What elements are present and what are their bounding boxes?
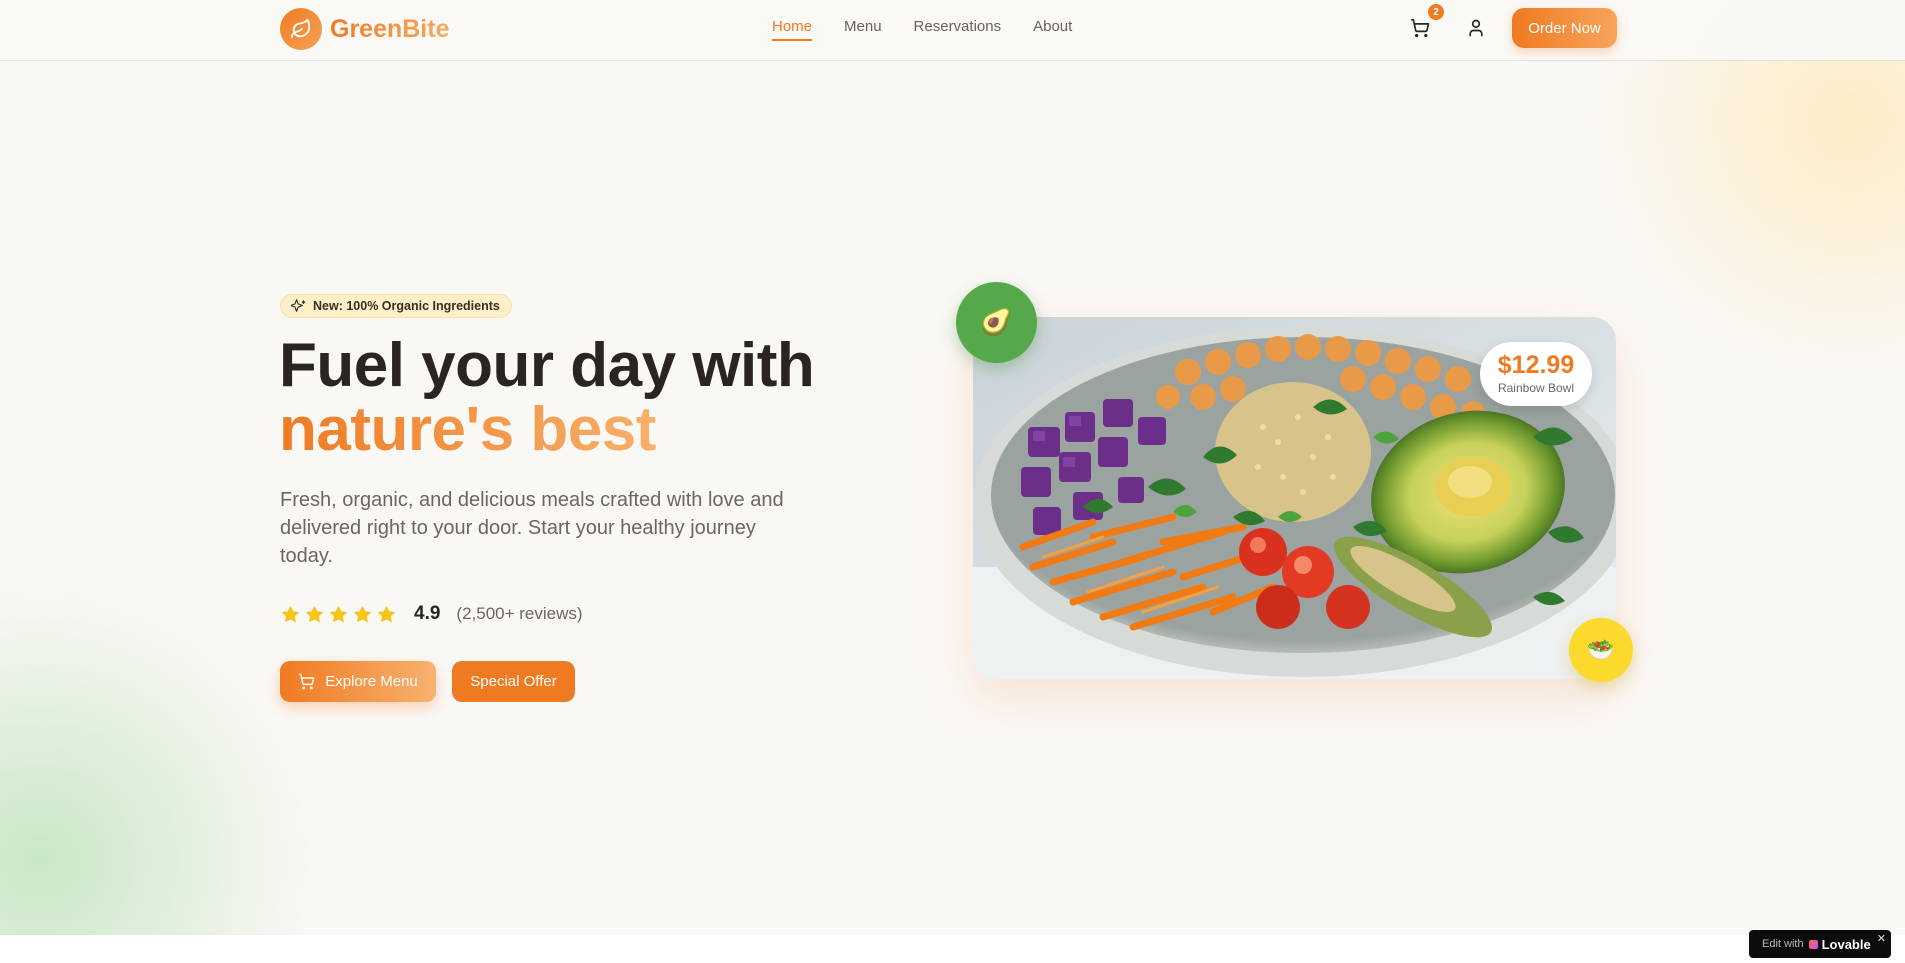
nav-link-reservations[interactable]: Reservations bbox=[914, 18, 1002, 41]
leaf-icon bbox=[280, 8, 322, 50]
lovable-heart-icon bbox=[1808, 939, 1818, 949]
sparkles-icon bbox=[291, 298, 306, 312]
nav-link-about[interactable]: About bbox=[1033, 18, 1072, 41]
star-icon bbox=[281, 605, 300, 622]
star-icon bbox=[377, 605, 396, 622]
edit-with-label: Edit with bbox=[1762, 938, 1804, 950]
order-now-button[interactable]: Order Now bbox=[1512, 8, 1617, 48]
special-offer-button[interactable]: Special Offer bbox=[452, 661, 575, 702]
cart-icon[interactable] bbox=[1410, 18, 1430, 38]
brand-name: GreenBite bbox=[330, 14, 450, 43]
nav-link-menu[interactable]: Menu bbox=[844, 18, 882, 41]
explore-menu-button[interactable]: Explore Menu bbox=[280, 661, 436, 702]
rating-row: 4.9 (2,500+ reviews) bbox=[280, 603, 583, 625]
avocado-icon: 🥑 bbox=[956, 282, 1037, 363]
user-icon[interactable] bbox=[1466, 18, 1486, 38]
lovable-brand: Lovable bbox=[1821, 936, 1871, 952]
review-count: (2,500+ reviews) bbox=[456, 604, 583, 623]
star-rating bbox=[280, 604, 400, 625]
next-section-edge bbox=[0, 935, 1905, 963]
rating-score: 4.9 bbox=[414, 603, 441, 624]
explore-menu-label: Explore Menu bbox=[325, 673, 418, 690]
cart-count-badge: 2 bbox=[1428, 4, 1444, 20]
hero-headline: Fuel your day with bbox=[279, 331, 815, 400]
organic-badge-label: New: 100% Organic Ingredients bbox=[313, 299, 500, 313]
background-wash bbox=[0, 0, 1905, 963]
top-navbar: GreenBite Home Menu Reservations About 2… bbox=[0, 0, 1905, 61]
price-value: $12.99 bbox=[1497, 351, 1575, 379]
edit-with-lovable-badge[interactable]: Edit with Lovable ✕ bbox=[1749, 930, 1891, 958]
organic-badge: New: 100% Organic Ingredients bbox=[280, 294, 512, 318]
nav-link-home[interactable]: Home bbox=[772, 18, 813, 41]
hero-headline-accent: nature's best bbox=[279, 395, 656, 464]
brand-logo[interactable]: GreenBite bbox=[280, 8, 449, 50]
close-icon[interactable]: ✕ bbox=[1877, 932, 1886, 945]
star-icon bbox=[353, 605, 372, 622]
hero-subtitle: Fresh, organic, and delicious meals craf… bbox=[280, 489, 784, 567]
salad-emoji: 🥗 bbox=[1587, 637, 1615, 662]
price-tag: $12.99 Rainbow Bowl bbox=[1480, 342, 1592, 406]
salad-icon: 🥗 bbox=[1569, 618, 1633, 682]
star-icon bbox=[329, 605, 348, 622]
avocado-emoji: 🥑 bbox=[980, 307, 1013, 337]
dish-name: Rainbow Bowl bbox=[1497, 381, 1575, 395]
main-nav: Home Menu Reservations About bbox=[772, 18, 1072, 41]
star-icon bbox=[305, 605, 324, 622]
cart-icon bbox=[298, 673, 315, 690]
